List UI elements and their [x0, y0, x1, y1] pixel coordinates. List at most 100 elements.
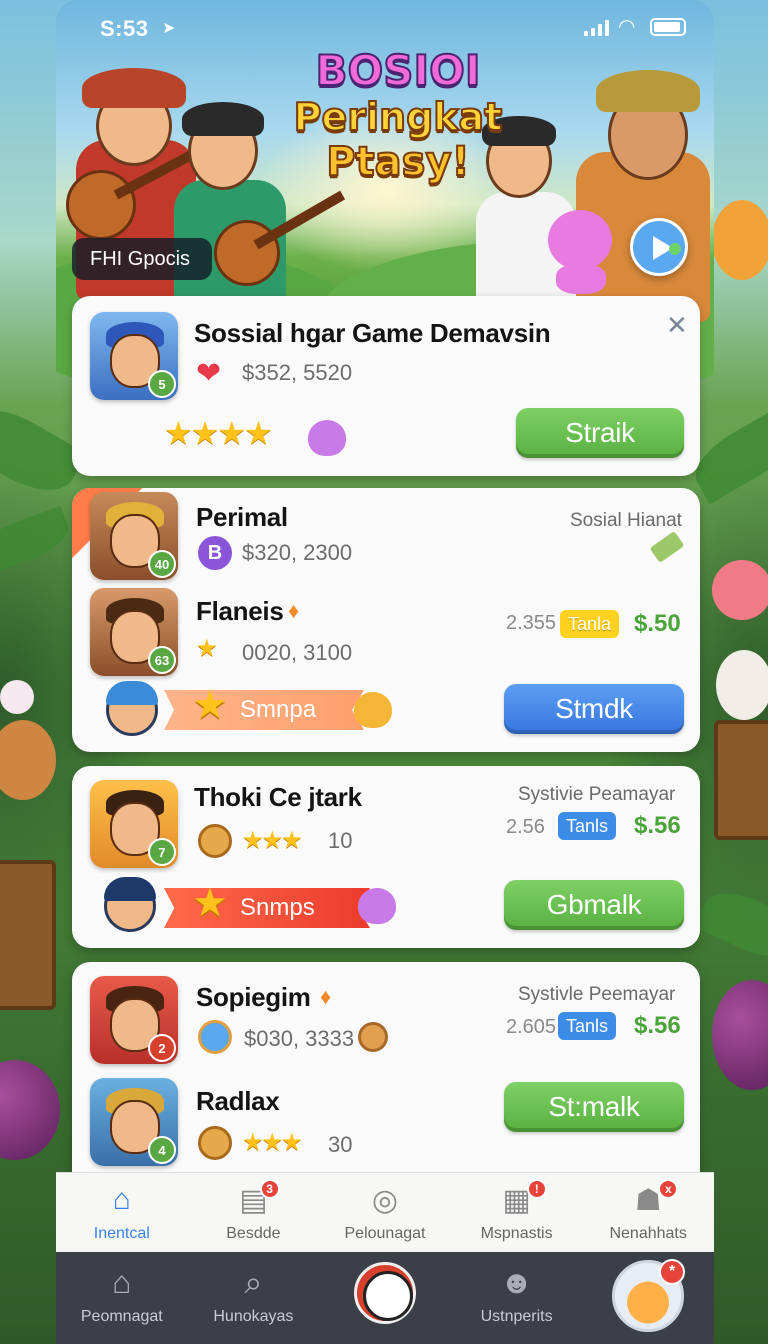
play-video-button[interactable]: [630, 218, 688, 276]
location-arrow-icon: ➤: [162, 20, 176, 37]
player-avatar[interactable]: 40: [90, 492, 178, 580]
section-label: Systivie Peamayar: [518, 784, 676, 805]
featured-button-label: Straik: [565, 417, 635, 448]
tab-label: Besdde: [226, 1225, 281, 1242]
signal-icon: [584, 20, 610, 36]
player-card-1: 40 Perimal B $320, 2300 Sosial Hianat 63…: [72, 488, 700, 752]
tab-hunokayas[interactable]: ⌕ Hunokayas: [188, 1252, 320, 1344]
player-value: $320, 2300: [242, 540, 353, 565]
star-icon: ★: [196, 635, 217, 662]
tab-label: Peomnagat: [80, 1308, 163, 1325]
hero-category-pill[interactable]: FHI Gpocis: [72, 238, 213, 280]
featured-value: $352, 5520: [242, 360, 353, 385]
list1-action-button[interactable]: Stmdk: [504, 684, 684, 734]
featured-title: Sossial hgar Game Demavsin: [194, 318, 551, 348]
tab-profile[interactable]: *: [582, 1252, 714, 1344]
tag-badge: Tanla: [560, 610, 620, 638]
creature-decoration: [0, 680, 34, 714]
guitar-decoration: [66, 170, 136, 240]
notification-badge: x: [658, 1179, 679, 1199]
player-name: Sopiegim: [196, 982, 311, 1012]
player-avatar[interactable]: 4: [90, 1078, 178, 1166]
pink-cat-mascot: [548, 200, 618, 294]
tab-label: Hunokayas: [213, 1308, 294, 1325]
compass-icon: [198, 1020, 232, 1054]
hero-title-line2: Peringkat: [293, 95, 504, 139]
player-avatar[interactable]: 2: [90, 976, 178, 1064]
secondary-tab-bar: ⌂ Peomnagat ⌕ Hunokayas ☻ Ustnperits *: [56, 1252, 714, 1344]
star-count: 10: [328, 828, 353, 853]
tab-label: Mspnastis: [480, 1225, 553, 1242]
tab-besdde[interactable]: ▤ 3 Besdde: [188, 1173, 320, 1252]
purple-cat-icon: [358, 888, 396, 924]
odds-value: 2.605: [506, 1016, 557, 1038]
player-name: Radlax: [196, 1086, 280, 1116]
tab-peomnagat[interactable]: ⌂ Peomnagat: [56, 1252, 188, 1344]
star-count: 30: [328, 1132, 353, 1157]
level-badge: 40: [148, 550, 176, 578]
player-value: $030, 3333: [244, 1026, 355, 1051]
fruit-decoration: [0, 1060, 60, 1160]
ribbon-label: Smnpa: [240, 696, 317, 723]
level-badge: 4: [148, 1136, 176, 1164]
star-icon: ★: [192, 881, 228, 925]
creature-decoration: [716, 650, 768, 720]
featured-game-card: 5 Sossial hgar Game Demavsin ❤ $352, 552…: [72, 296, 700, 476]
hero-title: BOSIOI Peringkat Ptasy!: [268, 46, 528, 185]
star-icon: ★: [192, 683, 228, 727]
tab-label: Inentcal: [93, 1225, 150, 1242]
cookie-icon: [358, 1022, 388, 1052]
record-button[interactable]: [353, 1262, 416, 1324]
rating-stars: ★★★: [242, 1129, 303, 1156]
odds-value: 2.355: [506, 612, 557, 634]
player-avatar[interactable]: 63: [90, 588, 178, 676]
button-label: Stmdk: [555, 693, 633, 724]
cat-icon: [354, 692, 392, 728]
coin-icon: [198, 824, 232, 858]
primary-tab-bar: ⌂ Inentcal ▤ 3 Besdde ◎ Pelounagat ▦ ! M…: [56, 1172, 714, 1252]
featured-avatar[interactable]: 5: [90, 312, 178, 400]
tab-home[interactable]: ⌂ Inentcal: [56, 1173, 188, 1252]
fruit-decoration: [712, 980, 768, 1090]
section-label: Systivle Peemayar: [518, 984, 676, 1005]
flame-icon: ♦: [320, 984, 332, 1009]
featured-action-button[interactable]: Straik: [516, 408, 684, 458]
odds-value: 2.56: [506, 816, 545, 838]
hero-title-line1: BOSIOI: [315, 46, 482, 95]
tab-record[interactable]: [319, 1252, 451, 1344]
tab-mspnastis[interactable]: ▦ ! Mspnastis: [451, 1173, 583, 1252]
hero-title-line3: Ptasy!: [325, 139, 471, 185]
tab-nenahhats[interactable]: ☗ x Nenahhats: [582, 1173, 714, 1252]
face-icon: ☻: [499, 1264, 534, 1300]
close-icon[interactable]: ✕: [666, 310, 688, 341]
wifi-icon: ◠: [618, 16, 636, 38]
home-icon: ⌂: [112, 1264, 132, 1300]
ribbon-label: Snmps: [240, 894, 315, 921]
rating-stars: ★★★: [242, 827, 303, 854]
level-badge: 7: [148, 838, 176, 866]
price-value: $.56: [634, 1012, 681, 1039]
tab-label: Ustnperits: [480, 1308, 553, 1325]
list3-action-button[interactable]: St:malk: [504, 1082, 684, 1132]
profile-avatar[interactable]: *: [612, 1259, 686, 1332]
tag-badge: Tanls: [558, 1012, 617, 1040]
tab-ustnperits[interactable]: ☻ Ustnperits: [451, 1252, 583, 1344]
button-label: St:malk: [548, 1091, 640, 1122]
mini-avatar: [106, 681, 158, 736]
price-value: $.56: [634, 812, 681, 839]
tag-badge: Tanls: [558, 812, 617, 840]
creature-decoration: [712, 560, 768, 620]
player-avatar[interactable]: 7: [90, 780, 178, 868]
crate-decoration: [0, 860, 56, 1010]
status-bar: S:53 ➤ ◠: [56, 0, 714, 54]
list2-action-button[interactable]: Gbmalk: [504, 880, 684, 930]
b-coin-icon: B: [198, 536, 232, 570]
heart-icon: ❤: [196, 357, 222, 390]
crate-decoration: [714, 720, 768, 840]
tab-label: Nenahhats: [609, 1225, 687, 1242]
player-card-3: 2 Sopiegim ♦ $030, 3333 Systivle Peemaya…: [72, 962, 700, 1192]
tab-pelounagat[interactable]: ◎ Pelounagat: [319, 1173, 451, 1252]
notification-badge: !: [526, 1179, 547, 1199]
player-card-2: 7 Thoki Ce jtark ★★★ 10 Systivie Peamaya…: [72, 766, 700, 948]
tab-label: Pelounagat: [344, 1225, 426, 1242]
